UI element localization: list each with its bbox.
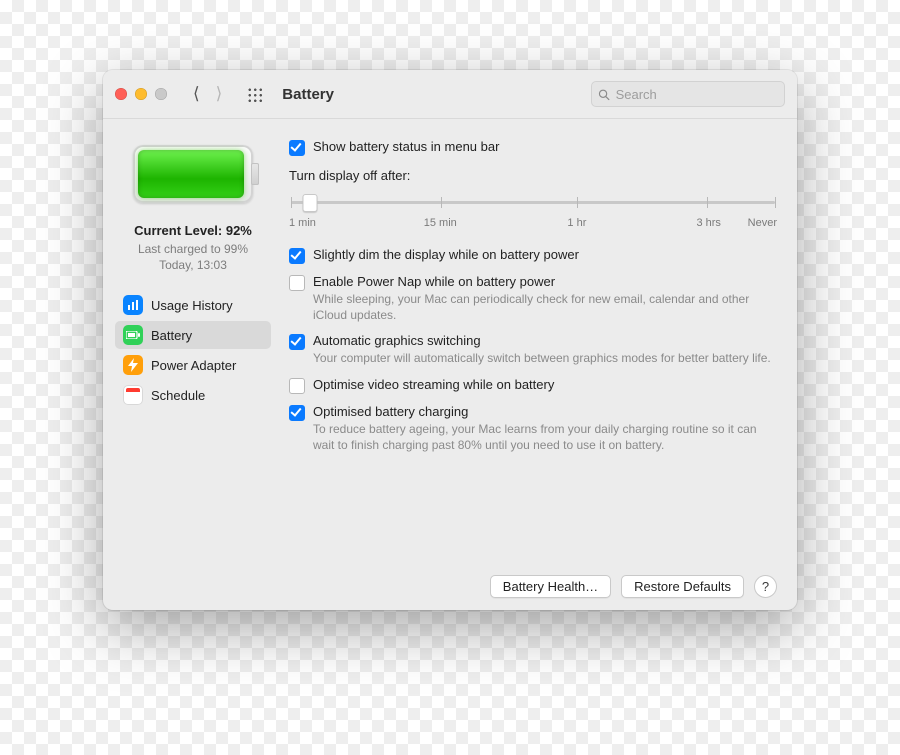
forward-button[interactable]: ⟩ bbox=[216, 84, 223, 104]
show-status-checkbox[interactable] bbox=[289, 140, 305, 156]
sidebar-item-battery[interactable]: Battery bbox=[115, 321, 271, 349]
sidebar-item-label: Usage History bbox=[151, 298, 233, 313]
dim-display-label: Slightly dim the display while on batter… bbox=[313, 247, 579, 262]
sidebar-item-label: Battery bbox=[151, 328, 192, 343]
schedule-icon bbox=[123, 385, 143, 405]
slider-tick-label: Never bbox=[748, 217, 777, 229]
close-window-button[interactable] bbox=[115, 88, 127, 100]
show-status-label: Show battery status in menu bar bbox=[313, 139, 499, 154]
main-panel: Show battery status in menu bar Turn dis… bbox=[283, 119, 797, 610]
slider-tick-label: 3 hrs bbox=[696, 217, 720, 229]
battery-hero-icon bbox=[133, 145, 253, 203]
slider-tick-label: 1 min bbox=[289, 217, 316, 229]
battery-health-button[interactable]: Battery Health… bbox=[490, 575, 611, 598]
power-nap-label: Enable Power Nap while on battery power bbox=[313, 274, 555, 289]
nav-buttons: ⟨ ⟩ bbox=[193, 84, 222, 104]
battery-prefs-window: ⟨ ⟩ Battery Current Level: 92% Last char… bbox=[103, 70, 797, 610]
slider-tick bbox=[291, 197, 292, 208]
display-off-label: Turn display off after: bbox=[289, 168, 777, 183]
restore-defaults-button[interactable]: Restore Defaults bbox=[621, 575, 744, 598]
power-nap-desc: While sleeping, your Mac can periodicall… bbox=[313, 291, 777, 323]
current-level-label: Current Level: 92% bbox=[134, 223, 252, 238]
search-icon bbox=[598, 88, 610, 101]
usage-history-icon bbox=[123, 295, 143, 315]
dim-display-checkbox[interactable] bbox=[289, 248, 305, 264]
optimised-charging-label: Optimised battery charging bbox=[313, 404, 468, 419]
show-all-prefs-button[interactable] bbox=[246, 86, 262, 102]
slider-tick-label: 15 min bbox=[424, 217, 457, 229]
gpu-switching-desc: Your computer will automatically switch … bbox=[313, 350, 777, 366]
sidebar-item-label: Schedule bbox=[151, 388, 205, 403]
search-input[interactable] bbox=[614, 86, 778, 103]
sidebar-item-label: Power Adapter bbox=[151, 358, 236, 373]
sidebar-item-power-adapter[interactable]: Power Adapter bbox=[115, 351, 271, 379]
sidebar: Current Level: 92% Last charged to 99% T… bbox=[103, 119, 283, 610]
back-button[interactable]: ⟨ bbox=[193, 84, 200, 104]
display-off-legend: 1 min 15 min 1 hr 3 hrs Never bbox=[289, 217, 777, 231]
slider-knob[interactable] bbox=[303, 194, 318, 212]
slider-tick bbox=[707, 197, 708, 208]
power-nap-checkbox[interactable] bbox=[289, 275, 305, 291]
slider-tick bbox=[577, 197, 578, 208]
gpu-switching-checkbox[interactable] bbox=[289, 334, 305, 350]
last-charged-label: Last charged to 99% Today, 13:03 bbox=[138, 241, 248, 273]
slider-tick bbox=[775, 197, 776, 208]
battery-icon bbox=[123, 325, 143, 345]
titlebar: ⟨ ⟩ Battery bbox=[103, 70, 797, 119]
power-adapter-icon bbox=[123, 355, 143, 375]
sidebar-item-schedule[interactable]: Schedule bbox=[115, 381, 271, 409]
slider-tick bbox=[441, 197, 442, 208]
search-field[interactable] bbox=[591, 81, 785, 107]
video-streaming-label: Optimise video streaming while on batter… bbox=[313, 377, 554, 392]
slider-tick-label: 1 hr bbox=[567, 217, 586, 229]
optimised-charging-desc: To reduce battery ageing, your Mac learn… bbox=[313, 421, 777, 453]
page-title: Battery bbox=[282, 86, 334, 103]
gpu-switching-label: Automatic graphics switching bbox=[313, 333, 481, 348]
optimised-charging-checkbox[interactable] bbox=[289, 405, 305, 421]
video-streaming-checkbox[interactable] bbox=[289, 378, 305, 394]
sidebar-item-usage-history[interactable]: Usage History bbox=[115, 291, 271, 319]
window-controls bbox=[115, 88, 167, 100]
display-off-slider[interactable] bbox=[291, 193, 775, 211]
minimize-window-button[interactable] bbox=[135, 88, 147, 100]
zoom-window-button[interactable] bbox=[155, 88, 167, 100]
help-button[interactable]: ? bbox=[754, 575, 777, 598]
